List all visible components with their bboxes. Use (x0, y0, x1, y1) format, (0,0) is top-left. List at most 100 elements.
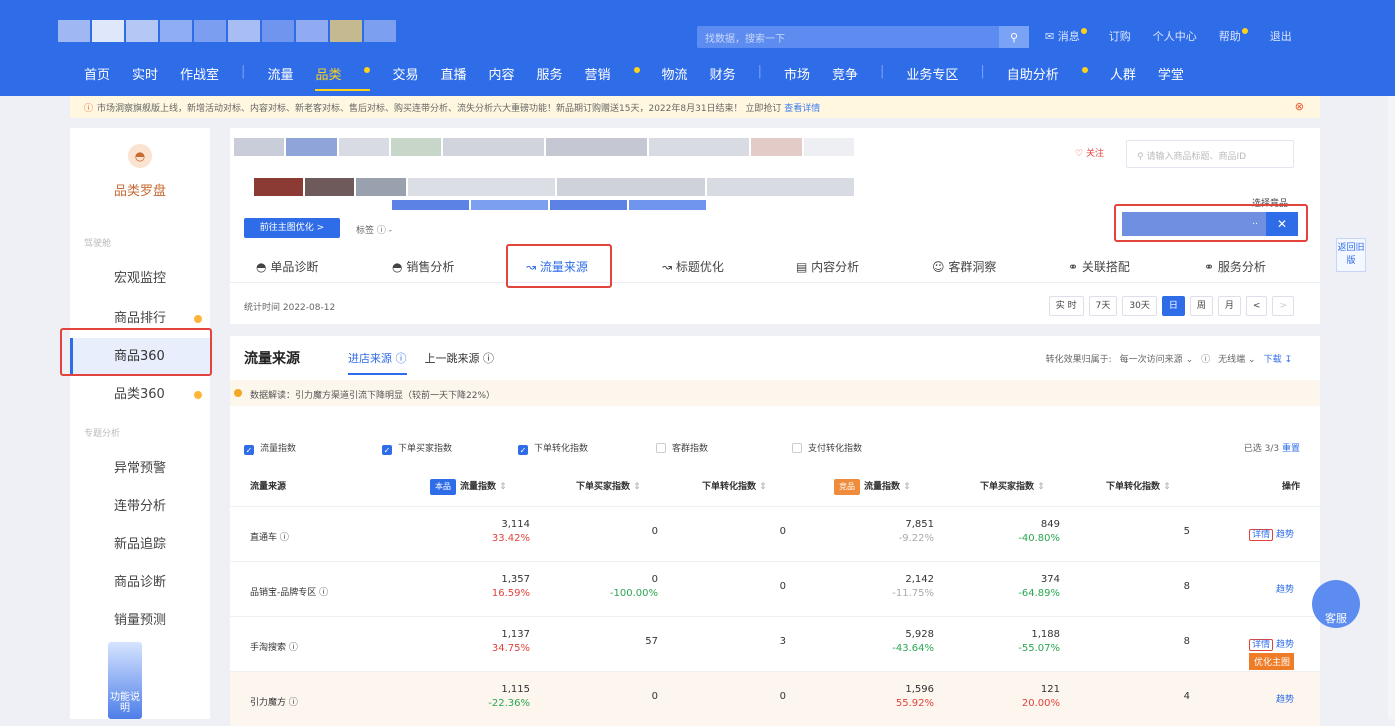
sidebar-item-cross[interactable]: 连带分析 (70, 488, 210, 526)
sidebar-item-newproduct[interactable]: 新品追踪 (70, 526, 210, 564)
nav-business[interactable]: 业务专区 (906, 64, 958, 91)
sidebar-item-category360[interactable]: 品类360 (70, 376, 210, 414)
top-bar: 找数据，搜索一下 ⚲ ✉ 消息 订购 个人中心 帮助 退出 首页 实时 作战室 … (0, 0, 1395, 96)
nav-category[interactable]: 品类 (315, 64, 371, 91)
tab-sales-analysis[interactable]: ◓ 销售分析 (392, 258, 454, 275)
period-7d[interactable]: 7天 (1088, 296, 1118, 316)
messages-link[interactable]: ✉ 消息 (1045, 28, 1087, 44)
checkbox-buyer-index[interactable]: ✓ 下单买家指数 (382, 441, 452, 455)
sidebar-item-diagnosis[interactable]: 商品诊断 (70, 564, 210, 602)
nav-service[interactable]: 服务 (537, 64, 563, 91)
col-own-buyers[interactable]: 下单买家指数 ⇕ (576, 474, 641, 500)
sidebar-item-forecast[interactable]: 销量预测 (70, 602, 210, 640)
nav-realtime[interactable]: 实时 (132, 64, 158, 91)
download-button[interactable]: 下载 ↧ (1264, 352, 1292, 365)
customer-service-button[interactable]: 客服 (1312, 580, 1360, 628)
search-placeholder: 找数据，搜索一下 (705, 34, 785, 45)
col-own-traffic[interactable]: 本品 流量指数 ⇕ (430, 474, 507, 500)
profile-link[interactable]: 个人中心 (1153, 28, 1197, 44)
comp-conversion-value: 4 (1183, 691, 1190, 702)
period-30d[interactable]: 30天 (1122, 296, 1157, 316)
nav-home[interactable]: 首页 (84, 64, 110, 91)
scrollbar[interactable] (1388, 96, 1395, 719)
mail-icon: ✉ (1045, 30, 1058, 43)
attribution-select[interactable]: 每一次访问来源 ⌄ (1120, 352, 1193, 365)
nav-crowd[interactable]: 人群 (1110, 64, 1136, 91)
tab-title-optimize[interactable]: ↝ 标题优化 (662, 258, 724, 275)
product-search-input[interactable]: ⚲ 请输入商品标题、商品ID (1126, 140, 1294, 168)
follow-button[interactable]: ♡ 关注 (1075, 146, 1104, 159)
checkbox-conversion-index[interactable]: ✓ 下单转化指数 (518, 441, 588, 455)
help-icon: ⓘ (483, 352, 494, 365)
trend-link[interactable]: 趋势 (1276, 530, 1294, 540)
comp-buyers-value: 374 -64.89% (1018, 574, 1060, 599)
traffic-source-card: 流量来源 进店来源 ⓘ 上一跳来源 ⓘ 转化效果归属于: 每一次访问来源 ⌄ ⓘ… (230, 336, 1320, 726)
nav-live[interactable]: 直播 (440, 64, 466, 91)
col-comp-traffic[interactable]: 竞品 流量指数 ⇕ (834, 474, 911, 500)
optimize-main-image-button[interactable]: 前往主图优化 > (244, 218, 340, 238)
own-buyers-value: 0 (651, 691, 658, 702)
nav-traffic[interactable]: 流量 (267, 64, 293, 91)
notice-link[interactable]: 查看详情 (784, 104, 820, 114)
nav-warroom[interactable]: 作战室 (180, 64, 219, 91)
nav-logistics[interactable]: 物流 (662, 64, 688, 91)
period-realtime[interactable]: 实 时 (1048, 296, 1084, 316)
checkbox-customer-index[interactable]: 客群指数 (656, 441, 708, 454)
prev-date-button[interactable]: < (1245, 296, 1268, 316)
comp-buyers-value: 849 -40.80% (1018, 519, 1060, 544)
tab-previous-hop-source[interactable]: 上一跳来源 ⓘ (425, 350, 495, 375)
row-operations: 详情 趋势 (1249, 527, 1294, 541)
tab-customer-insight[interactable]: ☺ 客群洞察 (932, 258, 996, 275)
sidebar-item-alert[interactable]: 异常预警 (70, 450, 210, 488)
tab-service-analysis[interactable]: ⚭ 服务分析 (1204, 258, 1266, 275)
search-icon[interactable]: ⚲ (999, 26, 1029, 48)
feature-guide-mascot[interactable]: 功能说明 (108, 642, 142, 719)
help-link[interactable]: 帮助 (1219, 28, 1248, 44)
nav-finance[interactable]: 财务 (710, 64, 736, 91)
checkbox-payment-conversion[interactable]: 支付转化指数 (792, 441, 862, 454)
col-comp-buyers[interactable]: 下单买家指数 ⇕ (980, 474, 1045, 500)
tab-related-match[interactable]: ⚭ 关联搭配 (1068, 258, 1130, 275)
period-month[interactable]: 月 (1217, 296, 1241, 316)
close-icon[interactable]: ⊗ (1295, 100, 1304, 113)
reset-button[interactable]: 重置 (1282, 444, 1300, 454)
headset-icon: ⚭ (1204, 260, 1215, 274)
search-input[interactable]: 找数据，搜索一下 ⚲ (697, 26, 1029, 48)
nav-academy[interactable]: 学堂 (1158, 64, 1184, 91)
nav-market[interactable]: 市场 (784, 64, 810, 91)
back-old-version-button[interactable]: 返回旧版 (1336, 238, 1366, 272)
table-row: 手淘搜索 ⓘ 1,137 34.75% 57 3 5,928 -43.64% 1,188 -55… (230, 616, 1320, 671)
nav-competition[interactable]: 竞争 (832, 64, 858, 91)
tab-single-diagnosis[interactable]: ◓ 单品诊断 (256, 258, 318, 275)
period-week[interactable]: 周 (1189, 296, 1213, 316)
subscribe-link[interactable]: 订购 (1109, 28, 1131, 44)
nav-trade[interactable]: 交易 (392, 64, 418, 91)
help-icon: ⓘ (288, 643, 298, 653)
nav-marketing[interactable]: 营销 (585, 64, 640, 91)
col-own-conversion[interactable]: 下单转化指数 ⇕ (702, 474, 767, 500)
detail-link[interactable]: 详情 (1249, 639, 1274, 651)
tab-content-analysis[interactable]: ▤ 内容分析 (796, 258, 859, 275)
own-conversion-value: 0 (779, 691, 786, 702)
trend-link[interactable]: 趋势 (1276, 695, 1294, 705)
sort-icon: ⇕ (903, 482, 911, 492)
logout-link[interactable]: 退出 (1270, 28, 1292, 44)
detail-link[interactable]: 详情 (1249, 529, 1274, 541)
checkbox-traffic-index[interactable]: ✓ 流量指数 (244, 441, 296, 455)
nav-self-analysis[interactable]: 自助分析 (1007, 64, 1088, 91)
period-day[interactable]: 日 (1161, 296, 1185, 316)
trend-link[interactable]: 趋势 (1276, 640, 1294, 650)
nav-content[interactable]: 内容 (489, 64, 515, 91)
comp-traffic-value: 5,928 -43.64% (892, 629, 934, 654)
next-date-button[interactable]: > (1272, 296, 1294, 316)
optimize-image-button[interactable]: 优化主图 (1249, 653, 1294, 670)
col-comp-conversion[interactable]: 下单转化指数 ⇕ (1106, 474, 1171, 500)
tab-store-entry-source[interactable]: 进店来源 ⓘ (348, 350, 407, 375)
source-name: 引力魔方 ⓘ (250, 698, 298, 708)
trend-link[interactable]: 趋势 (1276, 585, 1294, 595)
sort-icon: ⇕ (633, 482, 641, 492)
device-select[interactable]: 无线端 ⌄ (1218, 352, 1255, 365)
source-name: 手淘搜索 ⓘ (250, 643, 298, 653)
download-icon: ↧ (1284, 355, 1292, 365)
sidebar-item-macro[interactable]: 宏观监控 (70, 260, 210, 298)
